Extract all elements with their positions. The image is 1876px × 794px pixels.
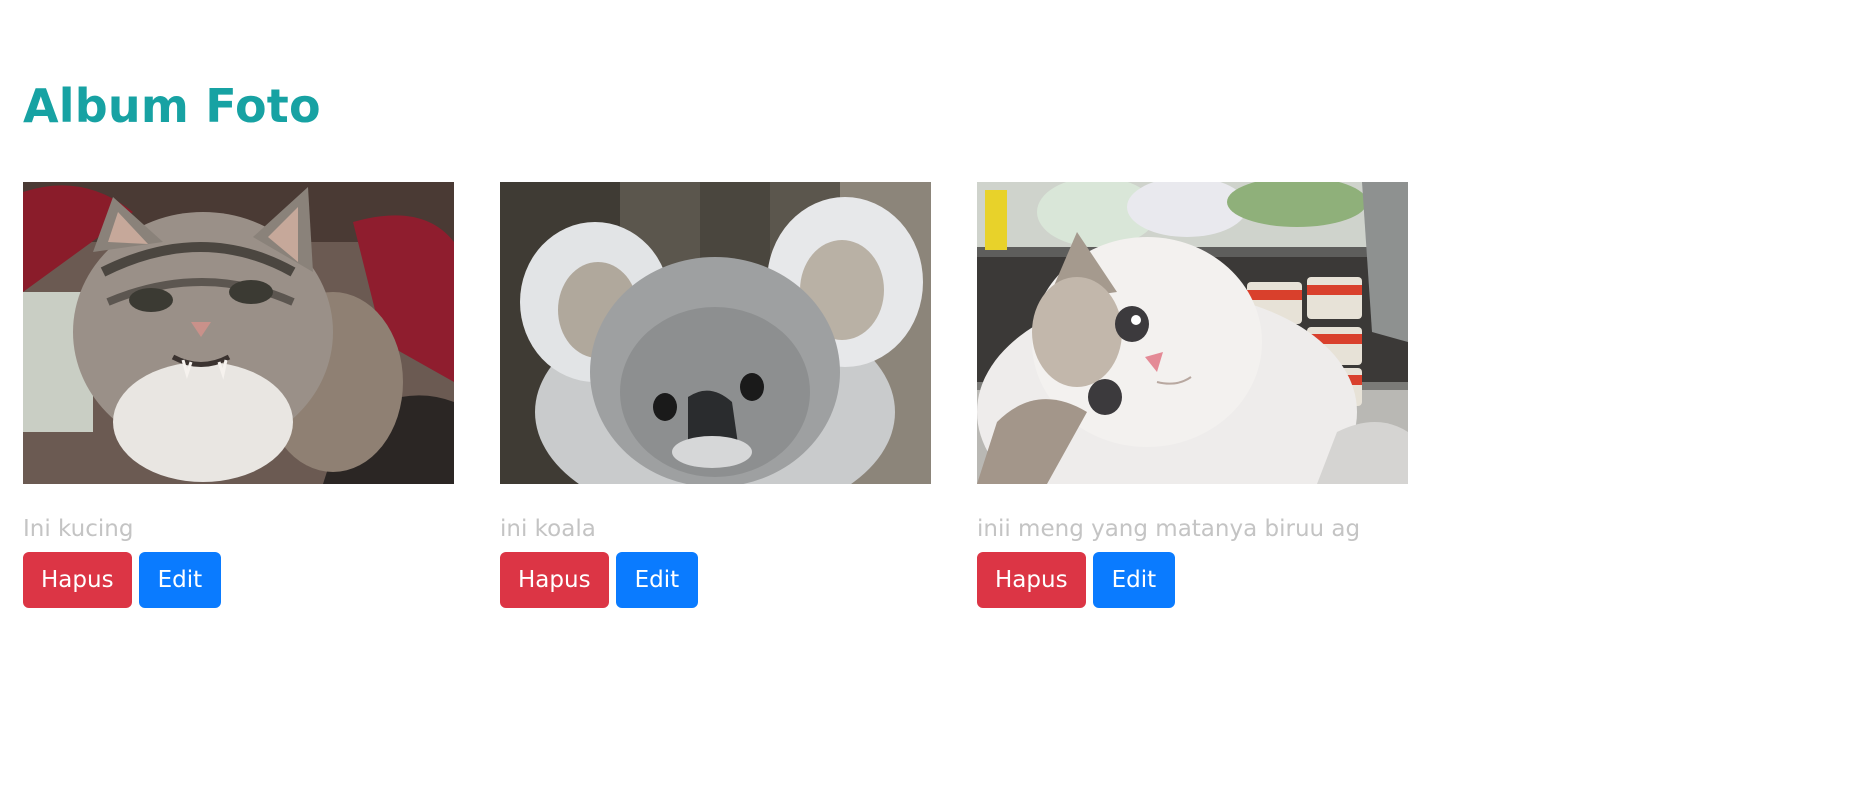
photo-image-white-cat	[977, 182, 1408, 484]
delete-button[interactable]: Hapus	[500, 552, 609, 608]
edit-button[interactable]: Edit	[1092, 552, 1176, 608]
photo-caption: Ini kucing	[23, 516, 134, 542]
photo-card: ini koala Hapus Edit	[500, 182, 931, 608]
photo-card: Ini kucing Hapus Edit	[23, 182, 454, 608]
delete-button[interactable]: Hapus	[977, 552, 1086, 608]
photo-image-koala	[500, 182, 931, 484]
photo-caption: inii meng yang matanya biruu ag	[977, 516, 1361, 542]
photo-actions: Hapus Edit	[977, 552, 1408, 608]
photo-actions: Hapus Edit	[23, 552, 454, 608]
delete-button[interactable]: Hapus	[23, 552, 132, 608]
photo-actions: Hapus Edit	[500, 552, 931, 608]
edit-button[interactable]: Edit	[138, 552, 222, 608]
edit-button[interactable]: Edit	[615, 552, 699, 608]
photo-image-cat	[23, 182, 454, 484]
photo-album-grid: Ini kucing Hapus Edit ini koala Hapus Ed…	[23, 182, 1408, 608]
photo-card: inii meng yang matanya biruu ag Hapus Ed…	[977, 182, 1408, 608]
page-title: Album Foto	[23, 79, 321, 133]
photo-caption: ini koala	[500, 516, 596, 542]
album-page: Album Foto Ini kucing Hapus Edit ini koa…	[0, 0, 1876, 794]
